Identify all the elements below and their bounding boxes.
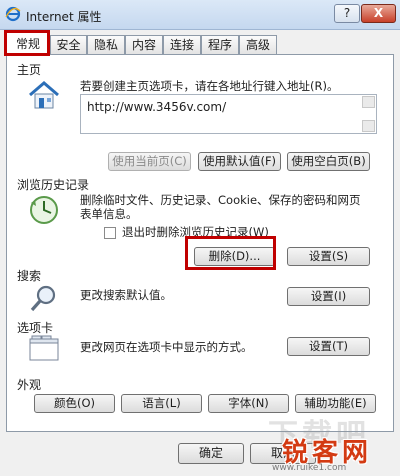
history-description-line2: 表单信息。 — [80, 207, 138, 221]
homepage-section-label: 主页 — [17, 63, 42, 77]
homepage-description: 若要创建主页选项卡，请在各地址行键入地址(R)。 — [80, 79, 339, 93]
colors-button[interactable]: 颜色(O) — [34, 394, 115, 413]
magnifier-icon — [30, 285, 56, 312]
window-title: Internet 属性 — [26, 10, 102, 24]
tab-security[interactable]: 安全 — [50, 35, 87, 54]
tab-content[interactable]: 内容 — [125, 35, 163, 54]
title-bar: Internet 属性 ? X — [0, 0, 400, 30]
use-current-page-button[interactable]: 使用当前页(C) — [108, 152, 191, 171]
watermark-url: www.ruike1.com — [272, 463, 347, 473]
homepage-url-input[interactable]: http://www.3456v.com/ — [80, 94, 377, 134]
ok-button[interactable]: 确定 — [178, 443, 244, 464]
tab-general[interactable]: 常规 — [6, 32, 50, 55]
help-button[interactable]: ? — [334, 4, 360, 23]
tab-privacy[interactable]: 隐私 — [87, 35, 125, 54]
homepage-url-text: http://www.3456v.com/ — [87, 100, 227, 114]
delete-history-button[interactable]: 删除(D)... — [194, 247, 275, 266]
history-description-line1: 删除临时文件、历史记录、Cookie、保存的密码和网页 — [80, 193, 361, 207]
history-section-label: 浏览历史记录 — [17, 178, 90, 192]
tabs-window-icon — [29, 335, 59, 361]
home-icon — [29, 81, 59, 109]
tab-strip: 常规 安全 隐私 内容 连接 程序 高级 — [6, 32, 396, 55]
tab-advanced[interactable]: 高级 — [239, 35, 277, 54]
search-description: 更改搜索默认值。 — [80, 288, 172, 302]
search-section-label: 搜索 — [17, 269, 42, 283]
history-clock-icon — [30, 196, 58, 224]
delete-on-exit-checkbox[interactable] — [104, 227, 116, 239]
internet-explorer-icon — [5, 6, 21, 22]
scroll-up-arrow[interactable] — [362, 96, 375, 108]
tabs-section-label: 选项卡 — [17, 321, 54, 335]
scroll-down-arrow[interactable] — [362, 120, 375, 132]
watermark: 下载吧 锐客网 www.ruike1.com — [268, 410, 398, 476]
appearance-section-label: 外观 — [17, 378, 42, 392]
close-button[interactable]: X — [361, 4, 396, 23]
tabs-settings-button[interactable]: 设置(T) — [287, 337, 370, 356]
search-settings-button[interactable]: 设置(I) — [287, 287, 370, 306]
use-blank-button[interactable]: 使用空白页(B) — [287, 152, 370, 171]
delete-on-exit-label: 退出时删除浏览历史记录(W) — [122, 225, 269, 239]
languages-button[interactable]: 语言(L) — [121, 394, 202, 413]
history-settings-button[interactable]: 设置(S) — [287, 247, 370, 266]
tab-programs[interactable]: 程序 — [201, 35, 239, 54]
tabs-description: 更改网页在选项卡中显示的方式。 — [80, 340, 253, 354]
general-panel: 主页 若要创建主页选项卡，请在各地址行键入地址(R)。 http://www.3… — [6, 54, 394, 432]
tab-connections[interactable]: 连接 — [163, 35, 201, 54]
use-default-button[interactable]: 使用默认值(F) — [198, 152, 281, 171]
